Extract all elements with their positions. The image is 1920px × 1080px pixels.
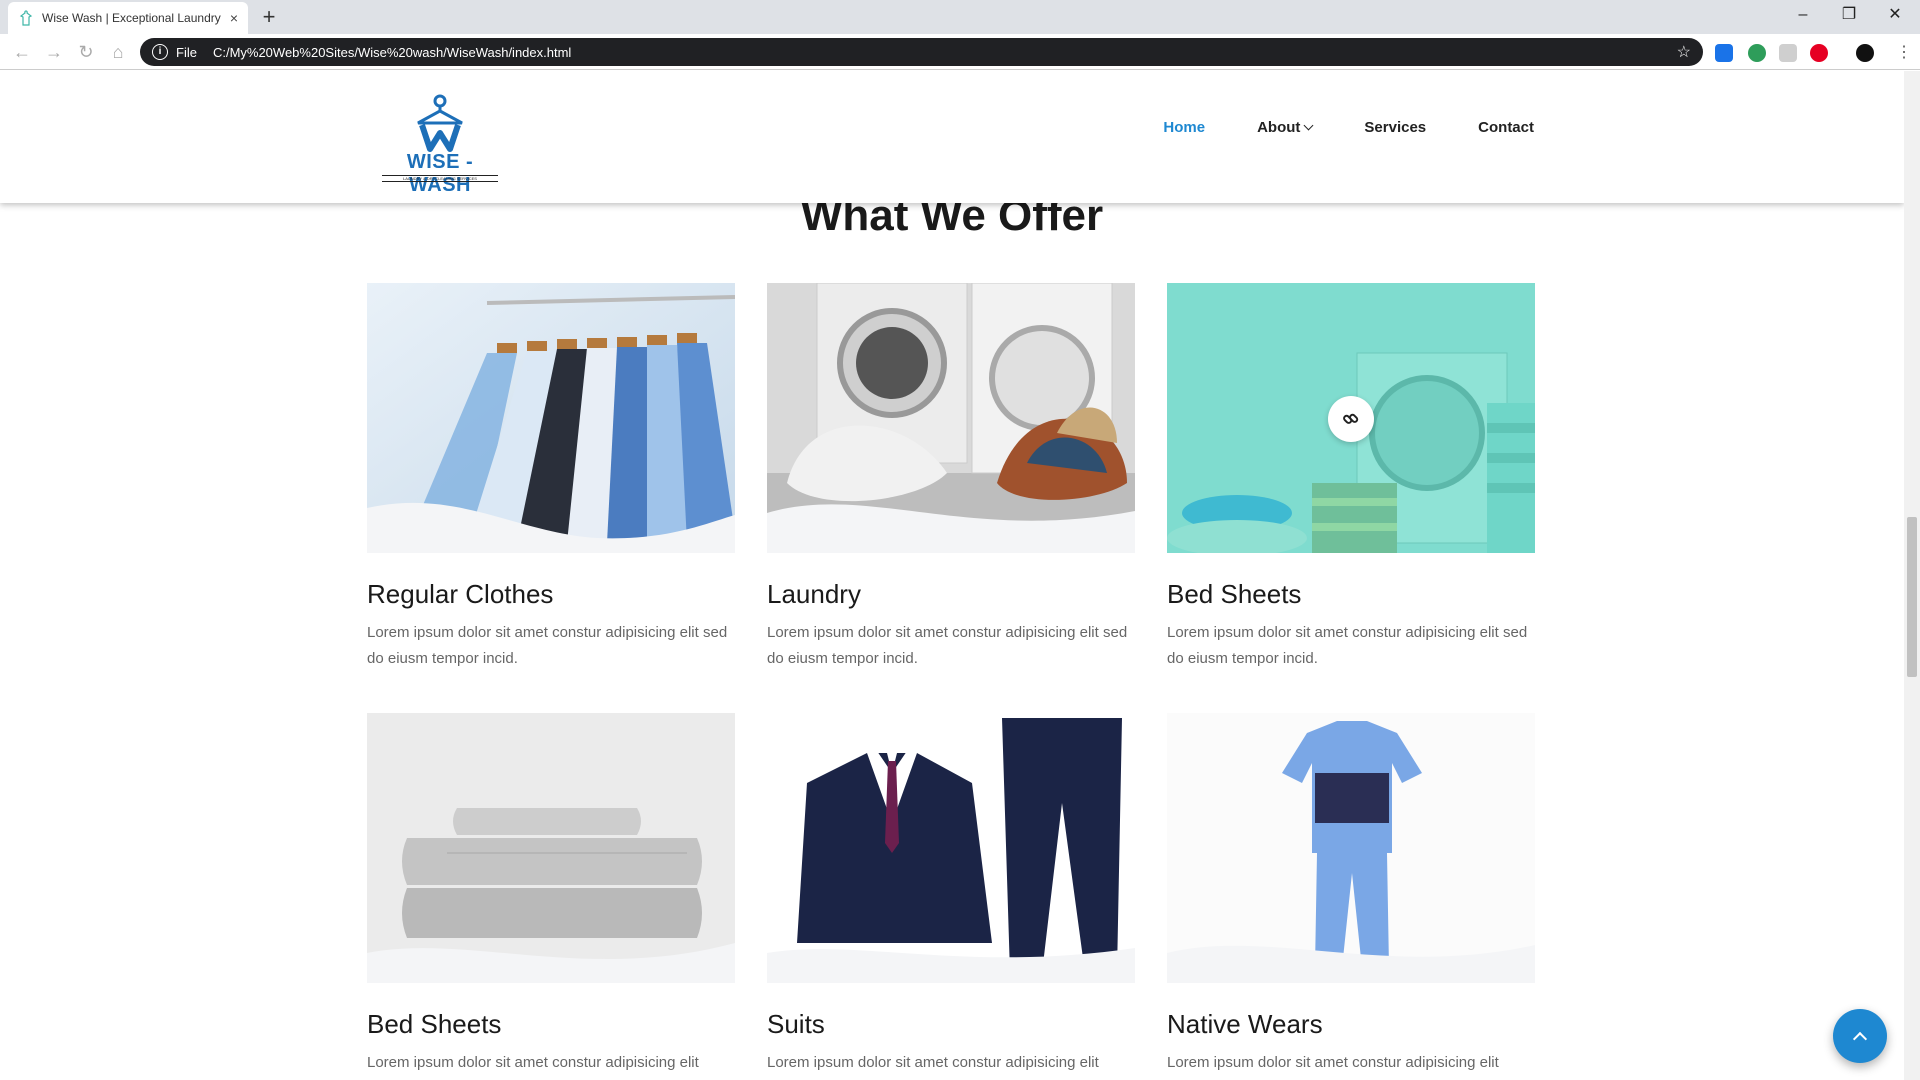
nav-services[interactable]: Services: [1364, 119, 1426, 136]
service-card[interactable]: Bed Sheets Lorem ipsum dolor sit amet co…: [1167, 283, 1535, 672]
site-header: WISE - WASH LAUNDRY & DRYCLEANING SERVIC…: [0, 71, 1904, 203]
restore-button[interactable]: ❐: [1826, 0, 1872, 30]
card-text: Lorem ipsum dolor sit amet constur adipi…: [1167, 624, 1528, 667]
service-card[interactable]: Suits Lorem ipsum dolor sit amet constur…: [767, 713, 1135, 1076]
card-title[interactable]: Bed Sheets: [367, 1009, 735, 1040]
card-image-folded-sheets[interactable]: [367, 713, 735, 983]
url-text[interactable]: C:/My%20Web%20Sites/Wise%20wash/WiseWash…: [213, 45, 1677, 60]
main-nav: Home About Services Contact: [1111, 119, 1534, 136]
nav-about[interactable]: About: [1257, 119, 1314, 136]
service-card[interactable]: Regular Clothes Lorem ipsum dolor sit am…: [367, 283, 735, 672]
browser-toolbar: ← → ↻ ⌂ i File C:/My%20Web%20Sites/Wise%…: [0, 34, 1920, 70]
scheme-label: File: [176, 44, 197, 60]
chevron-up-icon: [1852, 1031, 1868, 1046]
service-card[interactable]: Native Wears Lorem ipsum dolor sit amet …: [1167, 713, 1535, 1076]
extension-generic-icon[interactable]: [1779, 44, 1797, 62]
chevron-down-icon: [1303, 120, 1314, 131]
new-tab-button[interactable]: +: [254, 4, 284, 30]
page-viewport: WISE - WASH LAUNDRY & DRYCLEANING SERVIC…: [0, 71, 1904, 1080]
home-icon[interactable]: ⌂: [106, 40, 130, 64]
service-card[interactable]: Laundry Lorem ipsum dolor sit amet const…: [767, 283, 1135, 672]
card-title[interactable]: Bed Sheets: [1167, 579, 1535, 610]
back-to-top-button[interactable]: [1833, 1009, 1887, 1063]
card-text: Lorem ipsum dolor sit amet constur adipi…: [767, 624, 1128, 667]
reload-icon[interactable]: ↻: [74, 40, 98, 64]
nav-home[interactable]: Home: [1163, 119, 1205, 136]
favicon-icon: [19, 10, 33, 26]
back-icon[interactable]: ←: [10, 40, 34, 64]
nav-contact[interactable]: Contact: [1478, 119, 1534, 136]
card-image-suit[interactable]: [767, 713, 1135, 983]
address-bar[interactable]: i File C:/My%20Web%20Sites/Wise%20wash/W…: [140, 38, 1703, 66]
card-image-bedsheets[interactable]: [1167, 283, 1535, 553]
close-window-button[interactable]: ✕: [1872, 0, 1918, 30]
logo-tagline: LAUNDRY & DRYCLEANING SERVICES: [382, 175, 498, 182]
card-title[interactable]: Suits: [767, 1009, 1135, 1040]
card-text: Lorem ipsum dolor sit amet constur adipi…: [367, 624, 728, 667]
scrollbar-thumb[interactable]: [1907, 517, 1917, 677]
card-title[interactable]: Laundry: [767, 579, 1135, 610]
tab-close-icon[interactable]: ×: [230, 10, 238, 26]
profile-avatar[interactable]: [1856, 44, 1874, 62]
card-title[interactable]: Regular Clothes: [367, 579, 735, 610]
card-text: Lorem ipsum dolor sit amet constur adipi…: [367, 1054, 699, 1071]
site-logo[interactable]: WISE - WASH LAUNDRY & DRYCLEANING SERVIC…: [376, 93, 504, 196]
tab-title: Wise Wash | Exceptional Laundry: [42, 11, 221, 25]
logo-text: WISE - WASH: [406, 151, 474, 196]
bookmark-star-icon[interactable]: ☆: [1677, 42, 1691, 62]
hanger-logo-icon: [417, 94, 463, 152]
card-image-native-wear[interactable]: [1167, 713, 1535, 983]
browser-tab[interactable]: Wise Wash | Exceptional Laundry ×: [8, 2, 248, 34]
pinterest-icon[interactable]: [1810, 44, 1828, 62]
card-image-laundry[interactable]: [767, 283, 1135, 553]
page-scrollbar[interactable]: [1904, 71, 1920, 1080]
card-text: Lorem ipsum dolor sit amet constur adipi…: [767, 1054, 1099, 1071]
service-card[interactable]: Bed Sheets Lorem ipsum dolor sit amet co…: [367, 713, 735, 1076]
minimize-button[interactable]: –: [1780, 0, 1826, 30]
nav-about-label: About: [1257, 119, 1301, 136]
extension-news-icon[interactable]: [1715, 44, 1733, 62]
forward-icon[interactable]: →: [42, 40, 66, 64]
menu-dots-icon[interactable]: ⋮: [1896, 42, 1912, 62]
browser-tabstrip: Wise Wash | Exceptional Laundry × + – ❐ …: [0, 0, 1920, 34]
card-title[interactable]: Native Wears: [1167, 1009, 1535, 1040]
card-text: Lorem ipsum dolor sit amet constur adipi…: [1167, 1054, 1499, 1071]
card-image-shirts[interactable]: [367, 283, 735, 553]
site-info-icon[interactable]: i: [152, 44, 168, 60]
extension-grammar-icon[interactable]: [1748, 44, 1766, 62]
link-icon[interactable]: [1328, 396, 1374, 442]
